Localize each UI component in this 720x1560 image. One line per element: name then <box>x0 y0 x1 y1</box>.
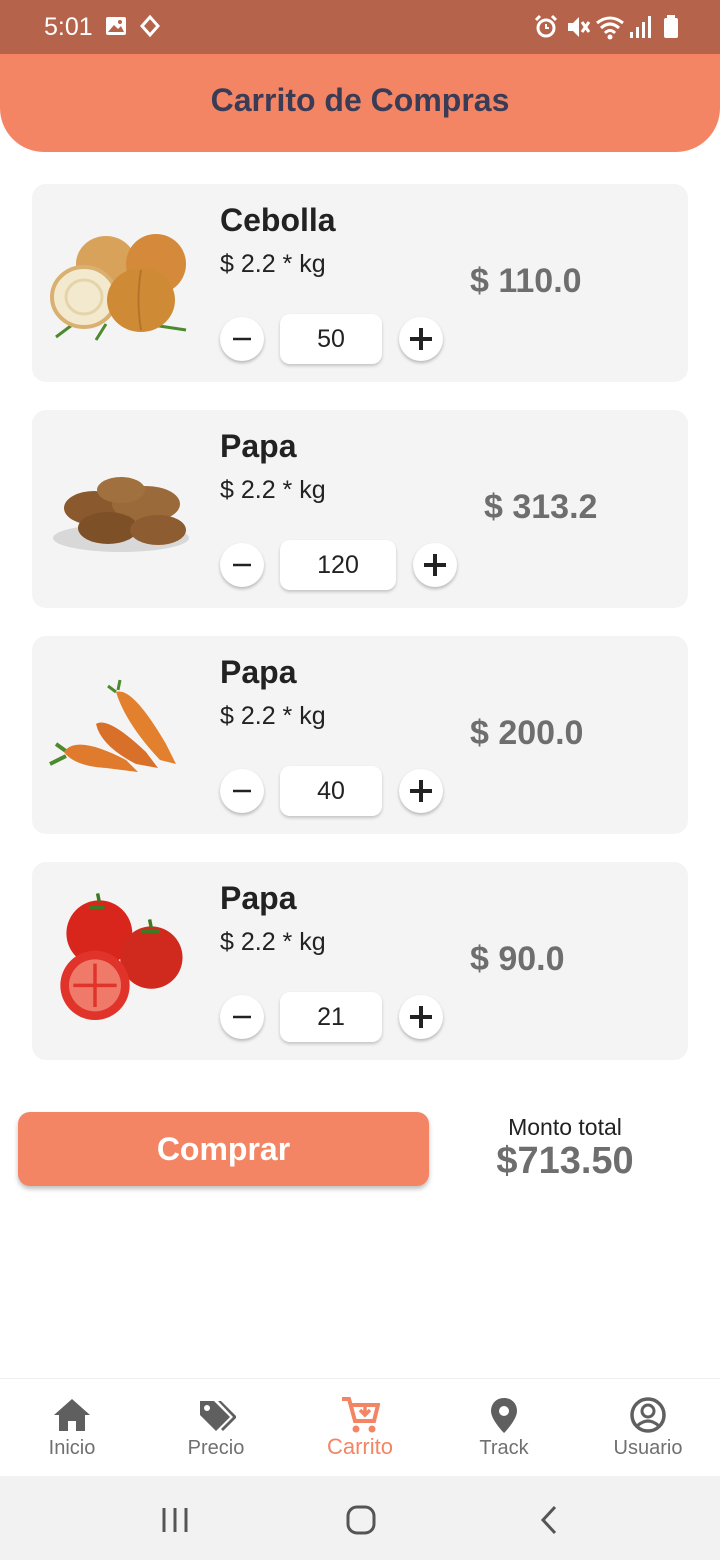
decrease-quantity-button[interactable] <box>220 317 264 361</box>
nav-label: Inicio <box>48 1437 96 1459</box>
onion-image <box>50 234 187 341</box>
recent-apps-icon[interactable] <box>155 1500 195 1540</box>
cart-icon <box>342 1397 380 1433</box>
bottom-navigation: Inicio Precio Carrito Track Usuario <box>0 1378 720 1476</box>
increase-quantity-button[interactable] <box>399 995 443 1039</box>
increase-quantity-button[interactable] <box>399 317 443 361</box>
cart-item-card: Cebolla $ 2.2 * kg 50 $ 110.0 <box>32 184 688 382</box>
price-tag-icon <box>200 1401 236 1431</box>
wifi-icon <box>596 16 624 40</box>
nav-item-track[interactable]: Track <box>432 1379 576 1477</box>
potato-image <box>53 477 189 552</box>
minus-icon <box>233 337 251 341</box>
buy-button[interactable]: Comprar <box>18 1112 429 1186</box>
product-unit-price: $ 2.2 * kg <box>220 476 326 504</box>
status-bar: 5:01 <box>0 0 720 54</box>
mute-icon <box>568 17 591 37</box>
navigation-diamond-icon <box>140 14 160 38</box>
item-subtotal: $ 110.0 <box>470 262 582 300</box>
product-unit-price: $ 2.2 * kg <box>220 702 326 730</box>
nav-label: Carrito <box>326 1434 393 1459</box>
system-navigation-bar <box>0 1476 720 1560</box>
status-time: 5:01 <box>44 13 93 41</box>
nav-label: Precio <box>187 1437 245 1459</box>
nav-label: Track <box>479 1437 529 1459</box>
quantity-field[interactable]: 50 <box>280 314 382 364</box>
tomato-image <box>60 893 183 1020</box>
page-title: Carrito de Compras <box>210 82 510 118</box>
product-name: Papa <box>220 654 297 690</box>
carrot-image <box>49 679 176 772</box>
plus-icon <box>424 554 446 576</box>
decrease-quantity-button[interactable] <box>220 995 264 1039</box>
product-name: Cebolla <box>220 202 336 238</box>
nav-item-inicio[interactable]: Inicio <box>0 1379 144 1477</box>
nav-item-usuario[interactable]: Usuario <box>576 1379 720 1477</box>
plus-icon <box>410 780 432 802</box>
nav-item-carrito[interactable]: Carrito <box>288 1379 432 1477</box>
item-subtotal: $ 200.0 <box>470 714 584 752</box>
home-icon <box>54 1399 90 1431</box>
quantity-field[interactable]: 120 <box>280 540 396 590</box>
product-unit-price: $ 2.2 * kg <box>220 250 326 278</box>
minus-icon <box>233 563 251 567</box>
gallery-icon <box>106 17 126 35</box>
quantity-field[interactable]: 21 <box>280 992 382 1042</box>
decrease-quantity-button[interactable] <box>220 543 264 587</box>
cart-item-card: Papa $ 2.2 * kg 40 $ 200.0 <box>32 636 688 834</box>
total-amount: $713.50 <box>496 1140 634 1182</box>
total-label: Monto total <box>508 1114 622 1140</box>
home-button-icon[interactable] <box>341 1500 381 1540</box>
nav-item-precio[interactable]: Precio <box>144 1379 288 1477</box>
signal-icon <box>630 16 651 38</box>
cart-item-card: Papa $ 2.2 * kg 21 $ 90.0 <box>32 862 688 1060</box>
decrease-quantity-button[interactable] <box>220 769 264 813</box>
location-pin-icon <box>491 1398 517 1433</box>
minus-icon <box>233 789 251 793</box>
minus-icon <box>233 1015 251 1019</box>
cart-item-card: Papa $ 2.2 * kg 120 $ 313.2 <box>32 410 688 608</box>
quantity-field[interactable]: 40 <box>280 766 382 816</box>
user-icon <box>630 1397 666 1433</box>
plus-icon <box>410 328 432 350</box>
product-unit-price: $ 2.2 * kg <box>220 928 326 956</box>
item-subtotal: $ 313.2 <box>484 488 598 526</box>
app-header: Carrito de Compras <box>0 54 720 152</box>
battery-icon <box>664 15 678 38</box>
plus-icon <box>410 1006 432 1028</box>
nav-label: Usuario <box>613 1437 683 1459</box>
product-name: Papa <box>220 428 297 464</box>
back-icon[interactable] <box>529 1500 569 1540</box>
increase-quantity-button[interactable] <box>399 769 443 813</box>
alarm-icon <box>534 14 558 38</box>
product-name: Papa <box>220 880 297 916</box>
item-subtotal: $ 90.0 <box>470 940 565 978</box>
increase-quantity-button[interactable] <box>413 543 457 587</box>
